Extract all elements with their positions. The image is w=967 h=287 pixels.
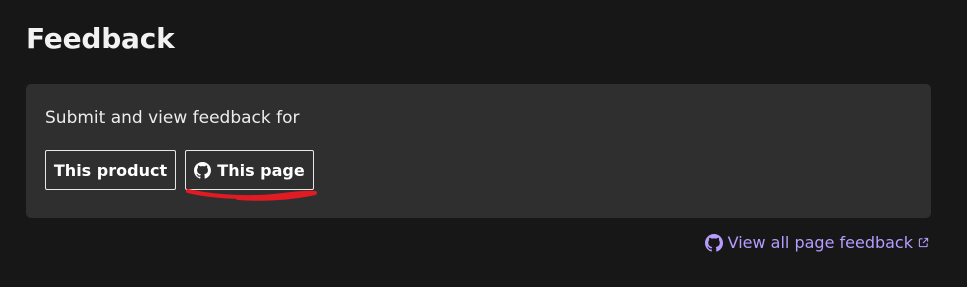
feedback-page: Feedback Submit and view feedback for Th… (0, 0, 967, 287)
this-product-button[interactable]: This product (45, 150, 176, 190)
feedback-prompt: Submit and view feedback for (45, 108, 300, 128)
this-page-button[interactable]: This page (185, 150, 314, 190)
external-link-icon (918, 237, 929, 248)
github-icon (194, 161, 212, 179)
this-product-label: This product (53, 160, 168, 180)
feedback-panel: Submit and view feedback for This produc… (26, 84, 931, 218)
view-all-page-feedback-link[interactable]: View all page feedback (704, 233, 929, 252)
this-page-label: This page (217, 160, 305, 180)
view-all-label: View all page feedback (727, 233, 913, 252)
page-title: Feedback (26, 22, 175, 55)
github-icon (704, 233, 723, 252)
